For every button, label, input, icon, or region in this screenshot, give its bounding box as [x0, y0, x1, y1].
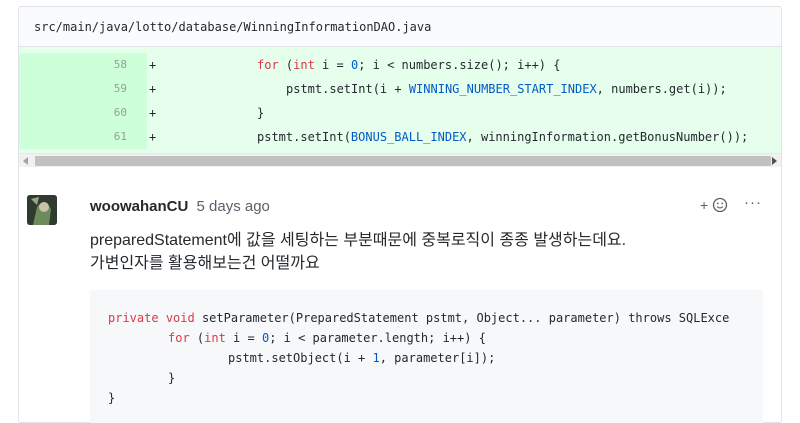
add-reaction-plus: +: [700, 197, 709, 213]
diff-line-61: 61 + pstmt.setInt(BONUS_BALL_INDEX, winn…: [19, 125, 781, 149]
code-line: pstmt.setObject(i + 1, parameter[i]);: [228, 351, 496, 365]
scroll-right-arrow-icon[interactable]: [772, 157, 777, 165]
horizontal-scrollbar[interactable]: [19, 153, 781, 167]
diff-line-60: 60 + }: [19, 101, 781, 125]
code-line: pstmt.setInt(i + WINNING_NUMBER_START_IN…: [286, 82, 727, 96]
comment-header: woowahanCU 5 days ago: [90, 198, 270, 215]
diff-line-58: 58 + for (int i = 0; i < numbers.size();…: [19, 53, 781, 77]
added-marker: +: [149, 130, 157, 144]
comment-text-line: preparedStatement에 값을 세팅하는 부분때문에 중복로직이 종…: [90, 232, 627, 249]
comment-author[interactable]: woowahanCU: [90, 198, 188, 215]
line-number[interactable]: 59: [19, 77, 147, 101]
avatar[interactable]: [27, 195, 57, 225]
smiley-icon: [712, 197, 728, 213]
scroll-left-arrow-icon[interactable]: [23, 157, 28, 165]
comment-timestamp[interactable]: 5 days ago: [197, 198, 270, 215]
added-marker: +: [149, 82, 157, 96]
comment-body: preparedStatement에 값을 세팅하는 부분때문에 중복로직이 종…: [90, 229, 626, 275]
code-line: }: [168, 371, 176, 385]
added-marker: +: [149, 58, 157, 72]
comment-text-line: 가변인자를 활용해보는건 어떨까요: [90, 255, 320, 272]
more-options-icon[interactable]: ···: [744, 194, 762, 211]
diff-line-59: 59 + pstmt.setInt(i + WINNING_NUMBER_STA…: [19, 77, 781, 101]
added-marker: +: [149, 106, 157, 120]
line-number[interactable]: 60: [19, 101, 147, 125]
code-line: }: [108, 391, 116, 405]
code-line: for (int i = 0; i < numbers.size(); i++)…: [257, 58, 561, 72]
code-line: }: [257, 106, 265, 120]
line-number[interactable]: 58: [19, 53, 147, 77]
code-line: private void setParameter(PreparedStatem…: [108, 311, 730, 325]
diff-table: 58 + for (int i = 0; i < numbers.size();…: [19, 47, 781, 153]
file-path[interactable]: src/main/java/lotto/database/WinningInfo…: [34, 20, 431, 34]
code-line: for (int i = 0; i < parameter.length; i+…: [168, 331, 486, 345]
scrollbar-thumb[interactable]: [35, 156, 771, 166]
comment-code-block: private void setParameter(PreparedStatem…: [90, 290, 763, 423]
add-reaction-button[interactable]: +: [700, 197, 728, 213]
code-line: pstmt.setInt(BONUS_BALL_INDEX, winningIn…: [257, 130, 749, 144]
file-path-header[interactable]: src/main/java/lotto/database/WinningInfo…: [19, 7, 781, 47]
avatar-image: [27, 195, 57, 225]
line-number[interactable]: 61: [19, 125, 147, 149]
